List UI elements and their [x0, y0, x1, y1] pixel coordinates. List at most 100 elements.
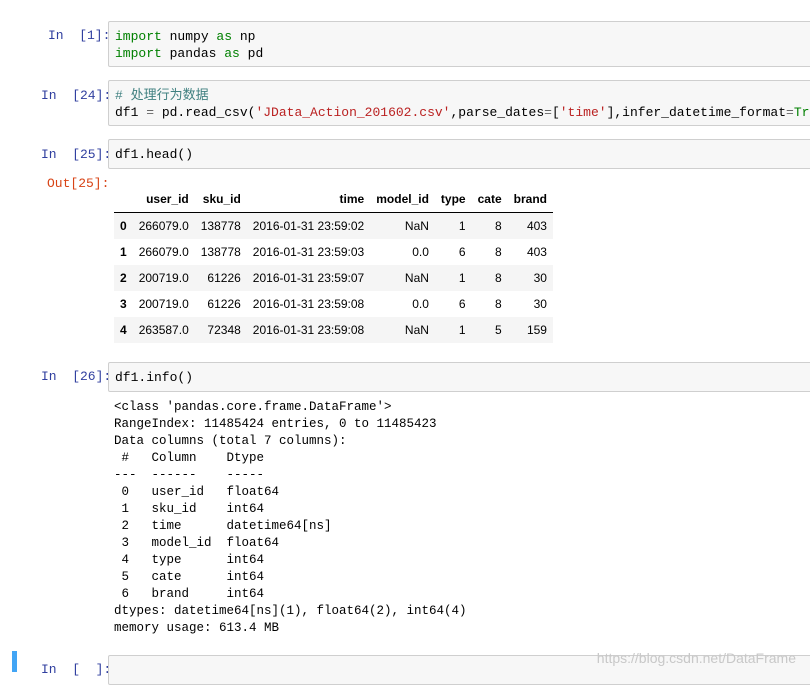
table-row: 0 266079.0 138778 2016-01-31 23:59:02 Na…: [114, 212, 553, 239]
table-cell: 8: [494, 297, 502, 311]
code-token: numpy: [161, 29, 217, 44]
code-token: df1.head(): [115, 147, 194, 162]
table-cell: 30: [533, 297, 547, 311]
code-token: import: [115, 29, 162, 44]
code-token: True: [793, 105, 810, 120]
code-token: pd: [239, 46, 264, 61]
column-header: cate: [471, 186, 508, 213]
code-token: df1: [115, 105, 147, 120]
column-header: time: [246, 186, 371, 213]
table-row: 3 200719.0 61226 2016-01-31 23:59:08 0.0…: [114, 291, 553, 317]
table-cell: 1: [458, 323, 466, 337]
table-cell: 403: [526, 219, 547, 233]
table-cell: 200719.0: [138, 297, 189, 311]
table-cell: 5: [494, 323, 502, 337]
table-cell: 138778: [200, 219, 241, 233]
info-output: <class 'pandas.core.frame.DataFrame'> Ran…: [114, 399, 467, 637]
code-token: np: [232, 29, 256, 44]
output-line: memory usage: 613.4 MB: [114, 621, 280, 635]
cell-4-prompt: In [26]:: [41, 369, 112, 384]
table-cell: 61226: [207, 271, 241, 285]
table-cell: 6: [458, 245, 466, 259]
cell-3-out-prompt: Out[25]:: [47, 176, 110, 191]
code-token: 'time': [559, 105, 607, 120]
table-cell: 138778: [200, 245, 241, 259]
table-cell: 2016-01-31 23:59:08: [252, 323, 365, 337]
column-header: type: [434, 186, 472, 213]
output-line: 3 model_id float64: [114, 536, 280, 550]
table-cell: 0.0: [412, 245, 429, 259]
table-row: 2 200719.0 61226 2016-01-31 23:59:07 NaN…: [114, 265, 553, 291]
table-cell: 266079.0: [138, 245, 189, 259]
code-token: =: [544, 105, 552, 120]
cell-5-prompt: In [ ]:: [41, 662, 112, 677]
column-header: sku_id: [194, 186, 247, 213]
table-row: 4 263587.0 72348 2016-01-31 23:59:08 NaN…: [114, 317, 553, 343]
row-index: 0: [120, 219, 127, 233]
table-cell: 403: [526, 245, 547, 259]
output-line: 4 type int64: [114, 553, 265, 567]
cell-4-input[interactable]: df1.info(): [108, 362, 810, 392]
table-cell: NaN: [404, 219, 429, 233]
table-cell: 263587.0: [138, 323, 189, 337]
row-index: 2: [120, 271, 127, 285]
cell-2-prompt: In [24]:: [41, 88, 112, 103]
table-cell: 30: [533, 271, 547, 285]
code-line: df1 = pd.read_csv('JData_Action_201602.c…: [115, 104, 810, 121]
output-line: 5 cate int64: [114, 570, 265, 584]
table-cell: 2016-01-31 23:59:08: [252, 297, 365, 311]
row-index: 4: [120, 323, 127, 337]
column-header: brand: [507, 186, 553, 213]
table-header-row: user_id sku_id time model_id type cate b…: [114, 186, 553, 213]
table-cell: 2016-01-31 23:59:02: [252, 219, 365, 233]
table-cell: 8: [494, 245, 502, 259]
output-line: 2 time datetime64[ns]: [114, 519, 332, 533]
column-header: user_id: [132, 186, 195, 213]
active-cell-indicator: [12, 651, 17, 672]
column-header: [114, 186, 133, 213]
table-cell: 0.0: [412, 297, 429, 311]
output-line: --- ------ -----: [114, 468, 265, 482]
cell-3-prompt: In [25]:: [41, 147, 112, 162]
code-token: ],infer_datetime_format: [606, 105, 786, 120]
table-cell: 1: [458, 271, 466, 285]
code-token: as: [216, 29, 233, 44]
code-token: df1.info(): [115, 370, 194, 385]
cell-1-input[interactable]: import numpy as np import pandas as pd: [108, 21, 810, 67]
code-token: pandas: [161, 46, 225, 61]
code-token: =: [146, 105, 155, 120]
table-cell: 72348: [207, 323, 241, 337]
table-cell: 159: [526, 323, 547, 337]
code-token: # 处理行为数据: [115, 88, 209, 103]
row-index: 1: [120, 245, 127, 259]
cell-3-input[interactable]: df1.head(): [108, 139, 810, 169]
output-line: # Column Dtype: [114, 451, 265, 465]
code-token: 'JData_Action_201602.csv': [255, 105, 451, 120]
output-line: RangeIndex: 11485424 entries, 0 to 11485…: [114, 417, 437, 431]
table-cell: NaN: [404, 323, 429, 337]
code-token: =: [786, 105, 794, 120]
table-cell: 61226: [207, 297, 241, 311]
code-line: import pandas as pd: [115, 45, 263, 62]
code-token: [: [551, 105, 560, 120]
table-row: 1 266079.0 138778 2016-01-31 23:59:03 0.…: [114, 239, 553, 265]
output-line: dtypes: datetime64[ns](1), float64(2), i…: [114, 604, 467, 618]
cell-1-prompt: In [1]:: [48, 28, 111, 43]
code-token: pd.read_csv(: [154, 105, 256, 120]
table-cell: NaN: [404, 271, 429, 285]
code-line: df1.head(): [115, 146, 193, 163]
cell-2-input[interactable]: # 处理行为数据 df1 = pd.read_csv('JData_Action…: [108, 80, 810, 126]
table-cell: 2016-01-31 23:59:07: [252, 271, 365, 285]
output-line: 1 sku_id int64: [114, 502, 265, 516]
table-cell: 6: [458, 297, 466, 311]
output-line: 6 brand int64: [114, 587, 265, 601]
table-cell: 1: [458, 219, 466, 233]
code-line: # 处理行为数据: [115, 87, 209, 104]
table-cell: 200719.0: [138, 271, 189, 285]
code-token: as: [224, 46, 240, 61]
watermark: https://blog.csdn.net/DataFrame: [596, 650, 796, 666]
dataframe-table: user_id sku_id time model_id type cate b…: [114, 186, 553, 343]
row-index: 3: [120, 297, 127, 311]
output-line: <class 'pandas.core.frame.DataFrame'>: [114, 400, 392, 414]
code-token: ,parse_dates: [450, 105, 545, 120]
